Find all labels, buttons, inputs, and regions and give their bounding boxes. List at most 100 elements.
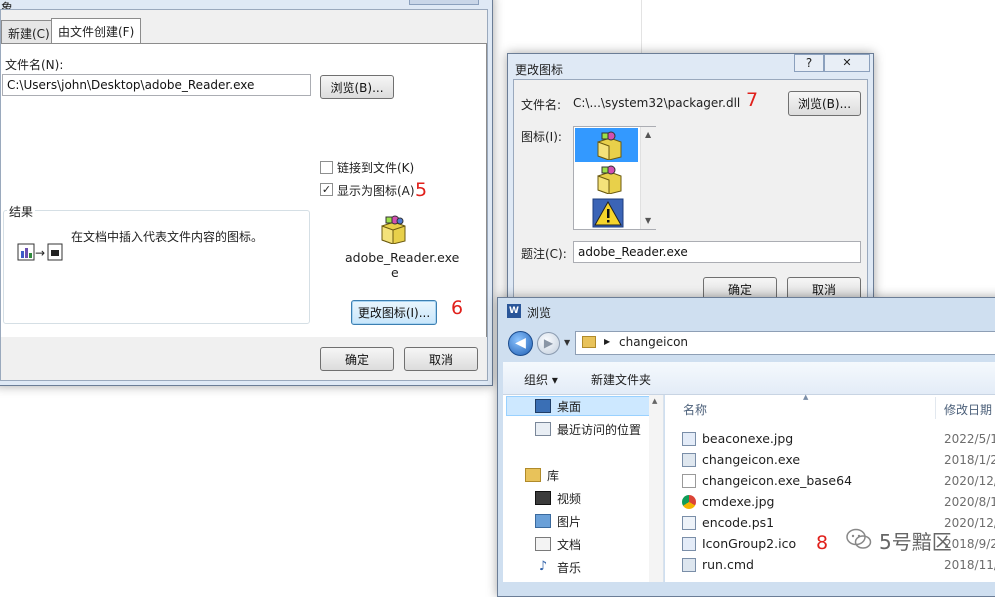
new-folder-button[interactable]: 新建文件夹: [591, 371, 651, 388]
nav-item-label: 视频: [557, 491, 582, 506]
nav-item-label: 库: [547, 468, 560, 483]
file-name: run.cmd: [702, 557, 754, 572]
library-icon: [525, 468, 541, 482]
folder-icon: [582, 336, 596, 348]
video-icon: [535, 491, 551, 505]
forward-button[interactable]: ▶: [537, 332, 560, 355]
scroll-up-icon[interactable]: ▲: [645, 130, 651, 139]
ci-filename-value: C:\...\system32\packager.dll: [573, 96, 741, 110]
nav-item-label: 文档: [557, 537, 582, 552]
word-document-icon: [682, 536, 696, 551]
filename-input[interactable]: C:\Users\john\Desktop\adobe_Reader.exe: [2, 74, 311, 96]
close-button[interactable]: ✕: [824, 54, 870, 72]
desktop-icon: [535, 399, 551, 413]
link-to-file-label: 链接到文件(K): [337, 161, 415, 175]
file-row[interactable]: run.cmd 2018/11/: [682, 554, 995, 575]
browse-title: 浏览: [527, 306, 552, 320]
file-name: changeicon.exe: [702, 452, 801, 467]
file-row[interactable]: changeicon.exe 2018/1/2: [682, 449, 995, 470]
file-row[interactable]: cmdexe.jpg 2020/8/1: [682, 491, 995, 512]
file-row[interactable]: changeicon.exe_base64 2020/12/: [682, 470, 995, 491]
nav-scrollbar[interactable]: ▲: [649, 395, 663, 582]
display-as-icon-label: 显示为图标(A): [337, 184, 415, 198]
sort-indicator-icon: ▲: [803, 393, 809, 401]
file-name: cmdexe.jpg: [702, 494, 775, 509]
icon-caption-line1: adobe_Reader.exe: [345, 250, 460, 265]
icon-caption-line2: e: [391, 265, 399, 280]
ci-filename-label: 文件名:: [521, 98, 562, 112]
nav-item-video[interactable]: 视频: [535, 487, 581, 509]
cmd-file-icon: [682, 557, 696, 572]
document-icon: [535, 537, 551, 551]
nav-item-label: 音乐: [557, 560, 582, 575]
file-name: beaconexe.jpg: [702, 431, 794, 446]
package-icon-option-1[interactable]: [594, 130, 624, 161]
result-diagram-icon: →: [17, 241, 67, 263]
nav-selected-highlight: [506, 396, 662, 416]
icon-list-scrollbar[interactable]: ▲ ▼: [640, 127, 656, 229]
ci-browse-button[interactable]: 浏览(B)...: [788, 91, 861, 116]
change-icon-button[interactable]: 更改图标(I)...: [351, 300, 437, 325]
column-header-date[interactable]: 修改日期: [944, 401, 992, 418]
file-date: 2018/1/2: [944, 452, 995, 467]
file-name: IconGroup2.ico: [702, 536, 797, 551]
cancel-button[interactable]: 取消: [404, 347, 478, 371]
filename-label: 文件名(N):: [5, 58, 64, 72]
recent-icon: [535, 422, 551, 436]
annotation-7: 7: [746, 89, 759, 111]
file-row[interactable]: beaconexe.jpg 2022/5/1: [682, 428, 995, 449]
chrome-icon: [682, 494, 696, 509]
file-name: changeicon.exe_base64: [702, 473, 853, 488]
nav-item-library[interactable]: 库: [525, 464, 559, 486]
package-icon: [378, 214, 408, 245]
word-app-icon: W: [507, 304, 521, 318]
nav-item-label: 最近访问的位置: [557, 422, 642, 437]
browse-toolbar: [503, 362, 995, 395]
nav-item-desktop[interactable]: 桌面: [535, 395, 581, 417]
browse-button[interactable]: 浏览(B)...: [320, 75, 394, 99]
history-dropdown-icon[interactable]: ▼: [564, 338, 570, 347]
file-date: 2020/8/1: [944, 494, 995, 509]
organize-button[interactable]: 组织 ▾: [524, 371, 558, 388]
svg-text:→: →: [35, 246, 45, 260]
change-icon-title: 更改图标: [515, 63, 564, 77]
address-path[interactable]: changeicon: [619, 335, 688, 349]
nav-item-label: 桌面: [557, 399, 582, 414]
nav-item-music[interactable]: ♪ 音乐: [535, 556, 581, 578]
column-divider: [935, 397, 936, 419]
window-close-area[interactable]: [409, 0, 479, 5]
icon-list[interactable]: ▲ ▼: [573, 126, 656, 230]
nav-item-label: 图片: [557, 514, 582, 529]
annotation-6: 6: [451, 297, 464, 319]
nav-pane: 桌面 最近访问的位置 库 视频 图片 文档 ♪ 音乐 ▲: [503, 395, 664, 582]
nav-item-pictures[interactable]: 图片: [535, 510, 581, 532]
scroll-up-icon[interactable]: ▲: [652, 397, 657, 405]
ci-icon-label: 图标(I):: [521, 130, 562, 144]
ci-caption-input[interactable]: adobe_Reader.exe: [573, 241, 861, 263]
nav-item-documents[interactable]: 文档: [535, 533, 581, 555]
result-text: 在文档中插入代表文件内容的图标。: [71, 230, 264, 244]
tab-new[interactable]: 新建(C): [1, 20, 57, 44]
picture-icon: [535, 514, 551, 528]
warning-icon[interactable]: [592, 198, 624, 228]
nav-item-recent[interactable]: 最近访问的位置: [535, 418, 641, 440]
column-header-name[interactable]: 名称: [683, 401, 707, 418]
tab-create-from-file[interactable]: 由文件创建(F): [51, 18, 142, 44]
executable-icon: [682, 452, 696, 467]
file-name: encode.ps1: [702, 515, 775, 530]
scroll-down-icon[interactable]: ▼: [645, 216, 651, 225]
back-button[interactable]: ◀: [508, 331, 533, 356]
watermark-text: 5号黯区: [879, 530, 952, 554]
ci-caption-label: 题注(C):: [521, 247, 567, 261]
link-to-file-checkbox[interactable]: [320, 161, 333, 174]
display-as-icon-checkbox[interactable]: ✓: [320, 183, 333, 196]
annotation-8: 8: [816, 532, 829, 554]
music-icon: ♪: [538, 559, 548, 574]
result-group-label: 结果: [7, 203, 36, 220]
help-button[interactable]: ?: [794, 54, 824, 72]
package-icon-option-2[interactable]: [594, 164, 624, 195]
file-date: 2018/11/: [944, 557, 995, 572]
breadcrumb-separator-icon[interactable]: ▶: [604, 337, 610, 346]
annotation-5: 5: [415, 179, 428, 201]
ok-button[interactable]: 确定: [320, 347, 394, 371]
